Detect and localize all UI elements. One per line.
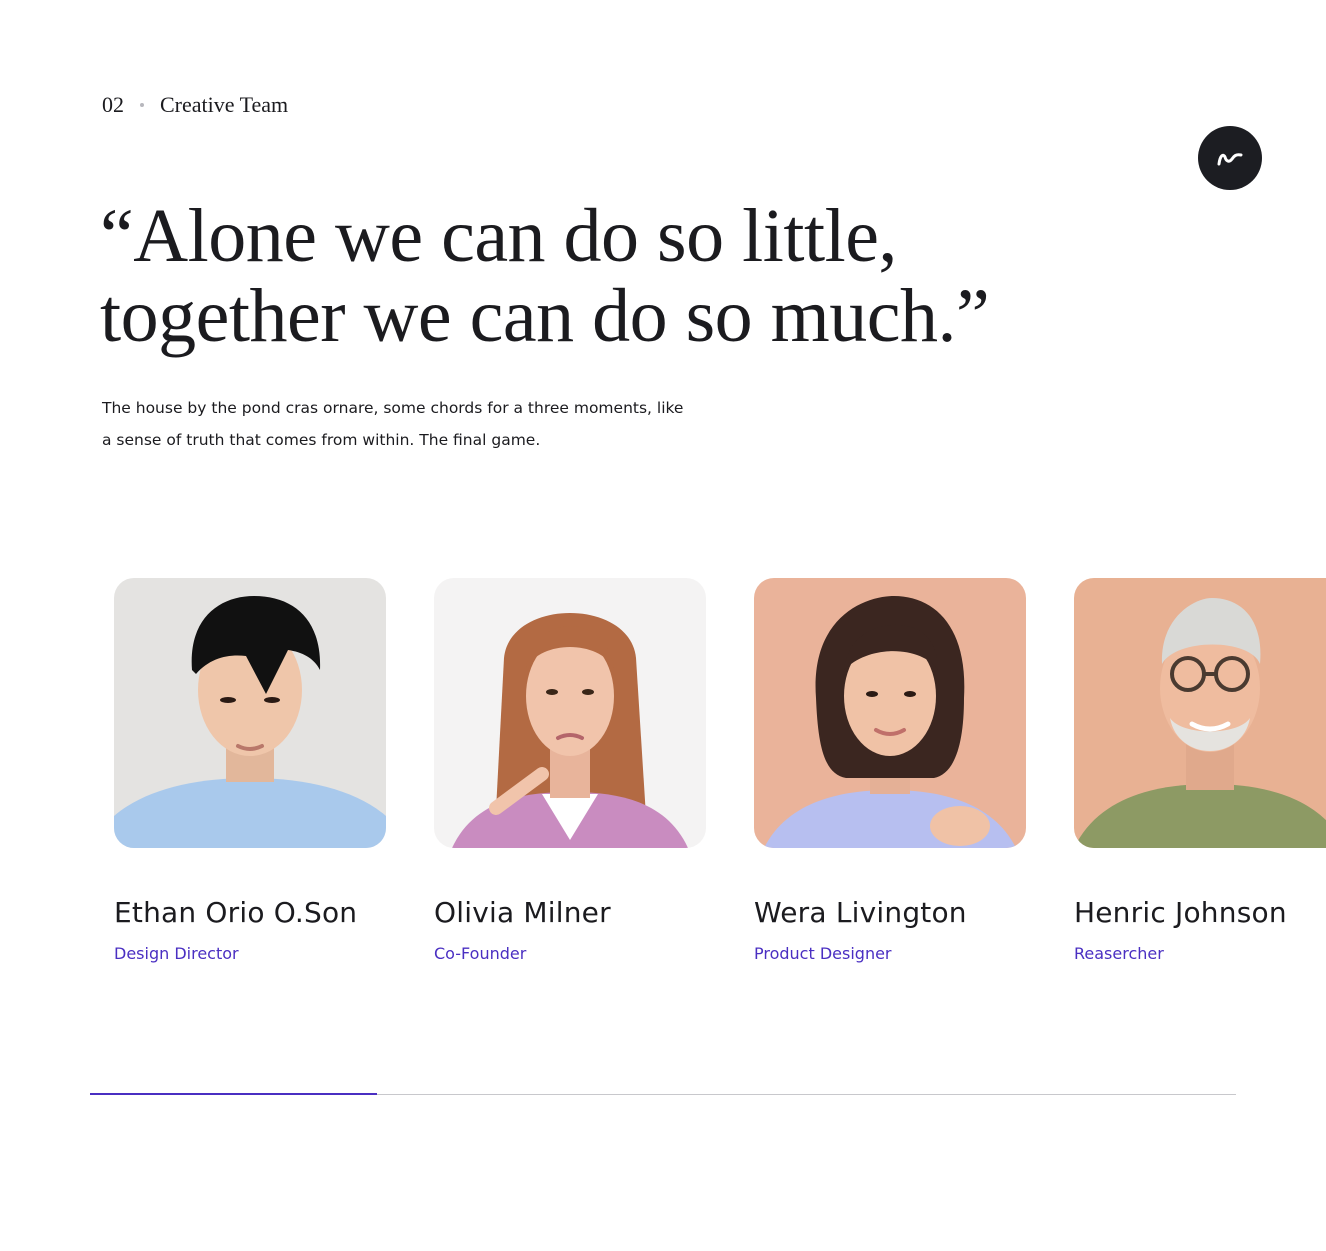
progress-fill (90, 1093, 377, 1095)
team-card[interactable]: Henric Johnson Reasercher (1074, 578, 1326, 963)
member-name: Wera Livington (754, 896, 967, 929)
section-label: Creative Team (160, 92, 289, 117)
member-name: Ethan Orio O.Son (114, 896, 358, 929)
quote-line-1: “Alone we can do so little, (100, 194, 897, 278)
member-role: Product Designer (754, 944, 892, 963)
intro-line-1: The house by the pond cras ornare, some … (102, 399, 684, 417)
intro-line-2: a sense of truth that comes from within.… (102, 431, 541, 449)
team-card[interactable]: Wera Livington Product Designer (754, 578, 1026, 963)
team-card[interactable]: Olivia Milner Co-Founder (434, 578, 706, 963)
member-role: Reasercher (1074, 944, 1164, 963)
member-name: Olivia Milner (434, 896, 611, 929)
team-quote: “Alone we can do so little, together we … (100, 196, 1100, 356)
squiggle-logo-icon (1217, 153, 1243, 166)
section-eyebrow: 02 Creative Team (102, 92, 288, 118)
team-carousel[interactable]: Ethan Orio O.Son Design Director Olivia … (114, 578, 1326, 978)
person-photo-woman-bob-hair (754, 578, 1026, 848)
team-card[interactable]: Ethan Orio O.Son Design Director (114, 578, 386, 963)
member-role: Design Director (114, 944, 239, 963)
member-name: Henric Johnson (1074, 896, 1287, 929)
person-photo-young-man (114, 578, 386, 848)
intro-text: The house by the pond cras ornare, some … (102, 392, 702, 456)
carousel-progress-bar[interactable] (90, 1093, 1236, 1096)
logo-badge[interactable] (1198, 126, 1262, 190)
person-photo-older-man (1074, 578, 1326, 848)
person-photo-woman-long-hair (434, 578, 706, 848)
separator-dot (140, 103, 144, 107)
quote-line-2: together we can do so much.” (100, 274, 990, 358)
section-number: 02 (102, 92, 124, 117)
member-role: Co-Founder (434, 944, 527, 963)
